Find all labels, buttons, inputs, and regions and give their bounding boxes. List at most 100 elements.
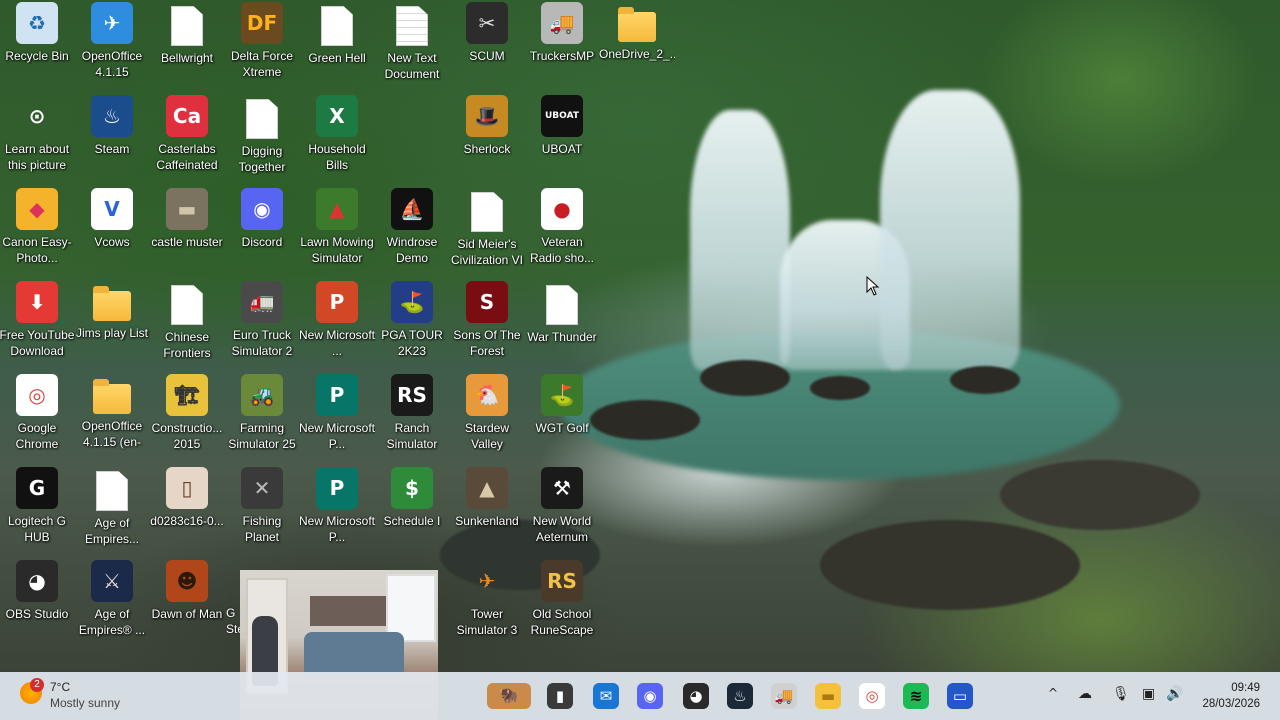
desktop-icon[interactable]: ⬇ Free YouTube Download bbox=[0, 281, 74, 367]
spotify-icon-glyph: ≋ bbox=[903, 683, 929, 709]
spotify-icon[interactable]: ≋ bbox=[900, 680, 932, 712]
taskbar-clock[interactable]: 09:49 28/03/2026 bbox=[1202, 680, 1260, 712]
sunkenland-icon: ▲ bbox=[466, 467, 508, 509]
desktop-icon[interactable]: ⊙ Learn about this picture bbox=[0, 95, 74, 181]
desktop-icon[interactable]: 🚜 Farming Simulator 25 bbox=[225, 374, 299, 460]
desktop-icon[interactable]: UBOAT UBOAT bbox=[525, 95, 599, 181]
desktop-icon[interactable]: $ Schedule I bbox=[375, 467, 449, 553]
file-explorer-dark-icon[interactable]: ▮ bbox=[544, 680, 576, 712]
desktop-icon-label: Tower Simulator 3 bbox=[456, 607, 518, 637]
network-icon[interactable]: ▣ bbox=[1142, 686, 1155, 702]
microphone-icon[interactable]: 🎙 bbox=[1112, 686, 1130, 702]
text-document-icon bbox=[396, 6, 428, 46]
desktop-icon-label: OneDrive_2_... bbox=[599, 47, 675, 61]
openoffice-folder-icon bbox=[93, 379, 131, 414]
desktop-icon[interactable]: 🚛 Euro Truck Simulator 2 bbox=[225, 281, 299, 367]
publisher-icon: P bbox=[316, 467, 358, 509]
desktop-icon[interactable]: G Logitech G HUB bbox=[0, 467, 74, 553]
desktop-icon[interactable]: ✈ OpenOffice 4.1.15 bbox=[75, 2, 149, 88]
desktop-icon[interactable]: ✕ Fishing Planet bbox=[225, 467, 299, 553]
desktop-icon[interactable]: Bellwright bbox=[150, 2, 224, 88]
weather-condition: Mostly sunny bbox=[50, 696, 121, 710]
euro-truck-icon: 🚛 bbox=[241, 281, 283, 323]
desktop-icon[interactable]: New Text Document bbox=[375, 2, 449, 88]
desktop-icon-label: Veteran Radio sho... bbox=[529, 235, 595, 265]
desktop-icon[interactable]: Age of Empires... bbox=[75, 467, 149, 553]
desktop-icon[interactable]: Green Hell bbox=[300, 2, 374, 88]
file-explorer-icon[interactable]: ▬ bbox=[812, 680, 844, 712]
desktop-icon-label: d0283c16-0... bbox=[150, 514, 224, 528]
desktop-icon[interactable]: P New Microsoft ... bbox=[299, 281, 375, 367]
desktop-icon[interactable]: DF Delta Force Xtreme bbox=[225, 2, 299, 88]
desktop-icon-label: Old School RuneScape bbox=[530, 607, 594, 637]
desktop-icon[interactable]: War Thunder bbox=[525, 281, 599, 367]
castle-muster-icon: ▬ bbox=[166, 188, 208, 230]
desktop-icon[interactable]: Jims play List bbox=[75, 281, 149, 367]
desktop-icon[interactable]: ▯ d0283c16-0... bbox=[150, 467, 224, 553]
desktop-icon[interactable]: ⛳ WGT Golf bbox=[525, 374, 599, 460]
desktop-icon[interactable]: X Household Bills bbox=[300, 95, 374, 181]
desktop-icon[interactable]: Digging Together bbox=[225, 95, 299, 181]
desktop-icon[interactable]: V Vcows bbox=[75, 188, 149, 274]
desktop-icon[interactable]: P New Microsoft P... bbox=[299, 467, 375, 553]
desktop-icon[interactable]: ⛵ Windrose Demo bbox=[375, 188, 449, 274]
desktop-icon[interactable]: ⚔ Age of Empires® ... bbox=[75, 560, 149, 646]
desktop-icon[interactable]: ⚒ New World Aeternum bbox=[525, 467, 599, 553]
desktop-icon-label: New Microsoft P... bbox=[299, 514, 375, 544]
desktop-icon[interactable]: ⛳ PGA TOUR 2K23 bbox=[375, 281, 449, 367]
desktop-icon[interactable]: ✂ SCUM bbox=[450, 2, 524, 88]
desktop-icon[interactable]: ◆ Canon Easy-Photo... bbox=[0, 188, 74, 274]
desktop-icon[interactable]: 🎩 Sherlock bbox=[450, 95, 524, 181]
chrome-taskbar-icon[interactable]: ◎ bbox=[856, 680, 888, 712]
desktop-icon[interactable]: ▲ Sunkenland bbox=[450, 467, 524, 553]
bison-game-icon[interactable]: 🦬 bbox=[486, 680, 532, 712]
weather-widget[interactable]: 2 7°C Mostly sunny bbox=[20, 678, 220, 714]
desktop-icon[interactable]: S Sons Of The Forest bbox=[450, 281, 524, 367]
desktop-icon[interactable]: ♨ Steam bbox=[75, 95, 149, 181]
discord-taskbar-icon[interactable]: ◉ bbox=[634, 680, 666, 712]
desktop-icon[interactable]: ◉ Discord bbox=[225, 188, 299, 274]
file-icon bbox=[171, 285, 203, 325]
desktop-icon[interactable]: ▲ Lawn Mowing Simulator bbox=[300, 188, 374, 274]
onedrive-cloud-icon[interactable]: ☁ bbox=[1078, 686, 1092, 702]
desktop-icon[interactable]: 🏗 Constructio... 2015 bbox=[150, 374, 224, 460]
desktop-icon[interactable]: P New Microsoft P... bbox=[299, 374, 375, 460]
desktop-icon-label: Vcows bbox=[94, 235, 130, 249]
volume-icon[interactable]: 🔊 bbox=[1166, 686, 1183, 702]
desktop-icon-label: PGA TOUR 2K23 bbox=[381, 328, 443, 358]
desktop-icon[interactable]: ◎ Google Chrome bbox=[0, 374, 74, 460]
desktop-icon[interactable]: RS Old School RuneScape bbox=[525, 560, 599, 646]
desktop-icon[interactable]: ✈ Tower Simulator 3 bbox=[450, 560, 524, 646]
desktop-icon-label: New World Aeternum bbox=[532, 514, 592, 544]
desktop-icon[interactable]: OneDrive_2_... bbox=[599, 2, 675, 88]
desktop-icon[interactable]: ▬ castle muster bbox=[150, 188, 224, 274]
desktop-icon[interactable]: ☻ Dawn of Man bbox=[150, 560, 224, 646]
desktop-icon[interactable]: 🐔 Stardew Valley bbox=[450, 374, 524, 460]
desktop-icon[interactable]: Sid Meier's Civilization VI bbox=[450, 188, 524, 274]
desktop-icon[interactable]: RS Ranch Simulator bbox=[375, 374, 449, 460]
outlook-icon[interactable]: ✉ bbox=[590, 680, 622, 712]
desktop-icon-label: Recycle Bin bbox=[5, 49, 69, 63]
desktop-icon-label: Digging Together bbox=[238, 144, 286, 174]
desktop-icon[interactable]: Chinese Frontiers bbox=[150, 281, 224, 367]
desktop-icon[interactable]: ◕ OBS Studio bbox=[0, 560, 74, 646]
desktop-icon-label: Ranch Simulator bbox=[386, 421, 438, 451]
file-explorer-icon-glyph: ▬ bbox=[815, 683, 841, 709]
truck-taskbar-icon[interactable]: 🚚 bbox=[768, 680, 800, 712]
desktop-icon[interactable]: ♻ Recycle Bin bbox=[0, 2, 74, 88]
obs-taskbar-icon[interactable]: ◕ bbox=[680, 680, 712, 712]
remote-desktop-icon[interactable]: ▭ bbox=[944, 680, 976, 712]
desktop-icon[interactable]: OpenOffice 4.1.15 (en-U... bbox=[75, 374, 149, 460]
file-icon bbox=[321, 6, 353, 46]
show-hidden-icons-chevron[interactable]: ^ bbox=[1048, 686, 1058, 700]
desktop-icon[interactable]: Ca Casterlabs Caffeinated bbox=[150, 95, 224, 181]
desktop-icon-label: Sherlock bbox=[463, 142, 511, 156]
desktop-icon[interactable]: 🚚 TruckersMP bbox=[525, 2, 599, 88]
desktop-icon-label: Logitech G HUB bbox=[7, 514, 67, 544]
new-world-icon: ⚒ bbox=[541, 467, 583, 509]
steam-taskbar-icon[interactable]: ♨ bbox=[724, 680, 756, 712]
sons-forest-icon: S bbox=[466, 281, 508, 323]
fishing-planet-icon: ✕ bbox=[241, 467, 283, 509]
desktop-icon[interactable]: ● Veteran Radio sho... bbox=[525, 188, 599, 274]
ranch-sim-icon: RS bbox=[391, 374, 433, 416]
